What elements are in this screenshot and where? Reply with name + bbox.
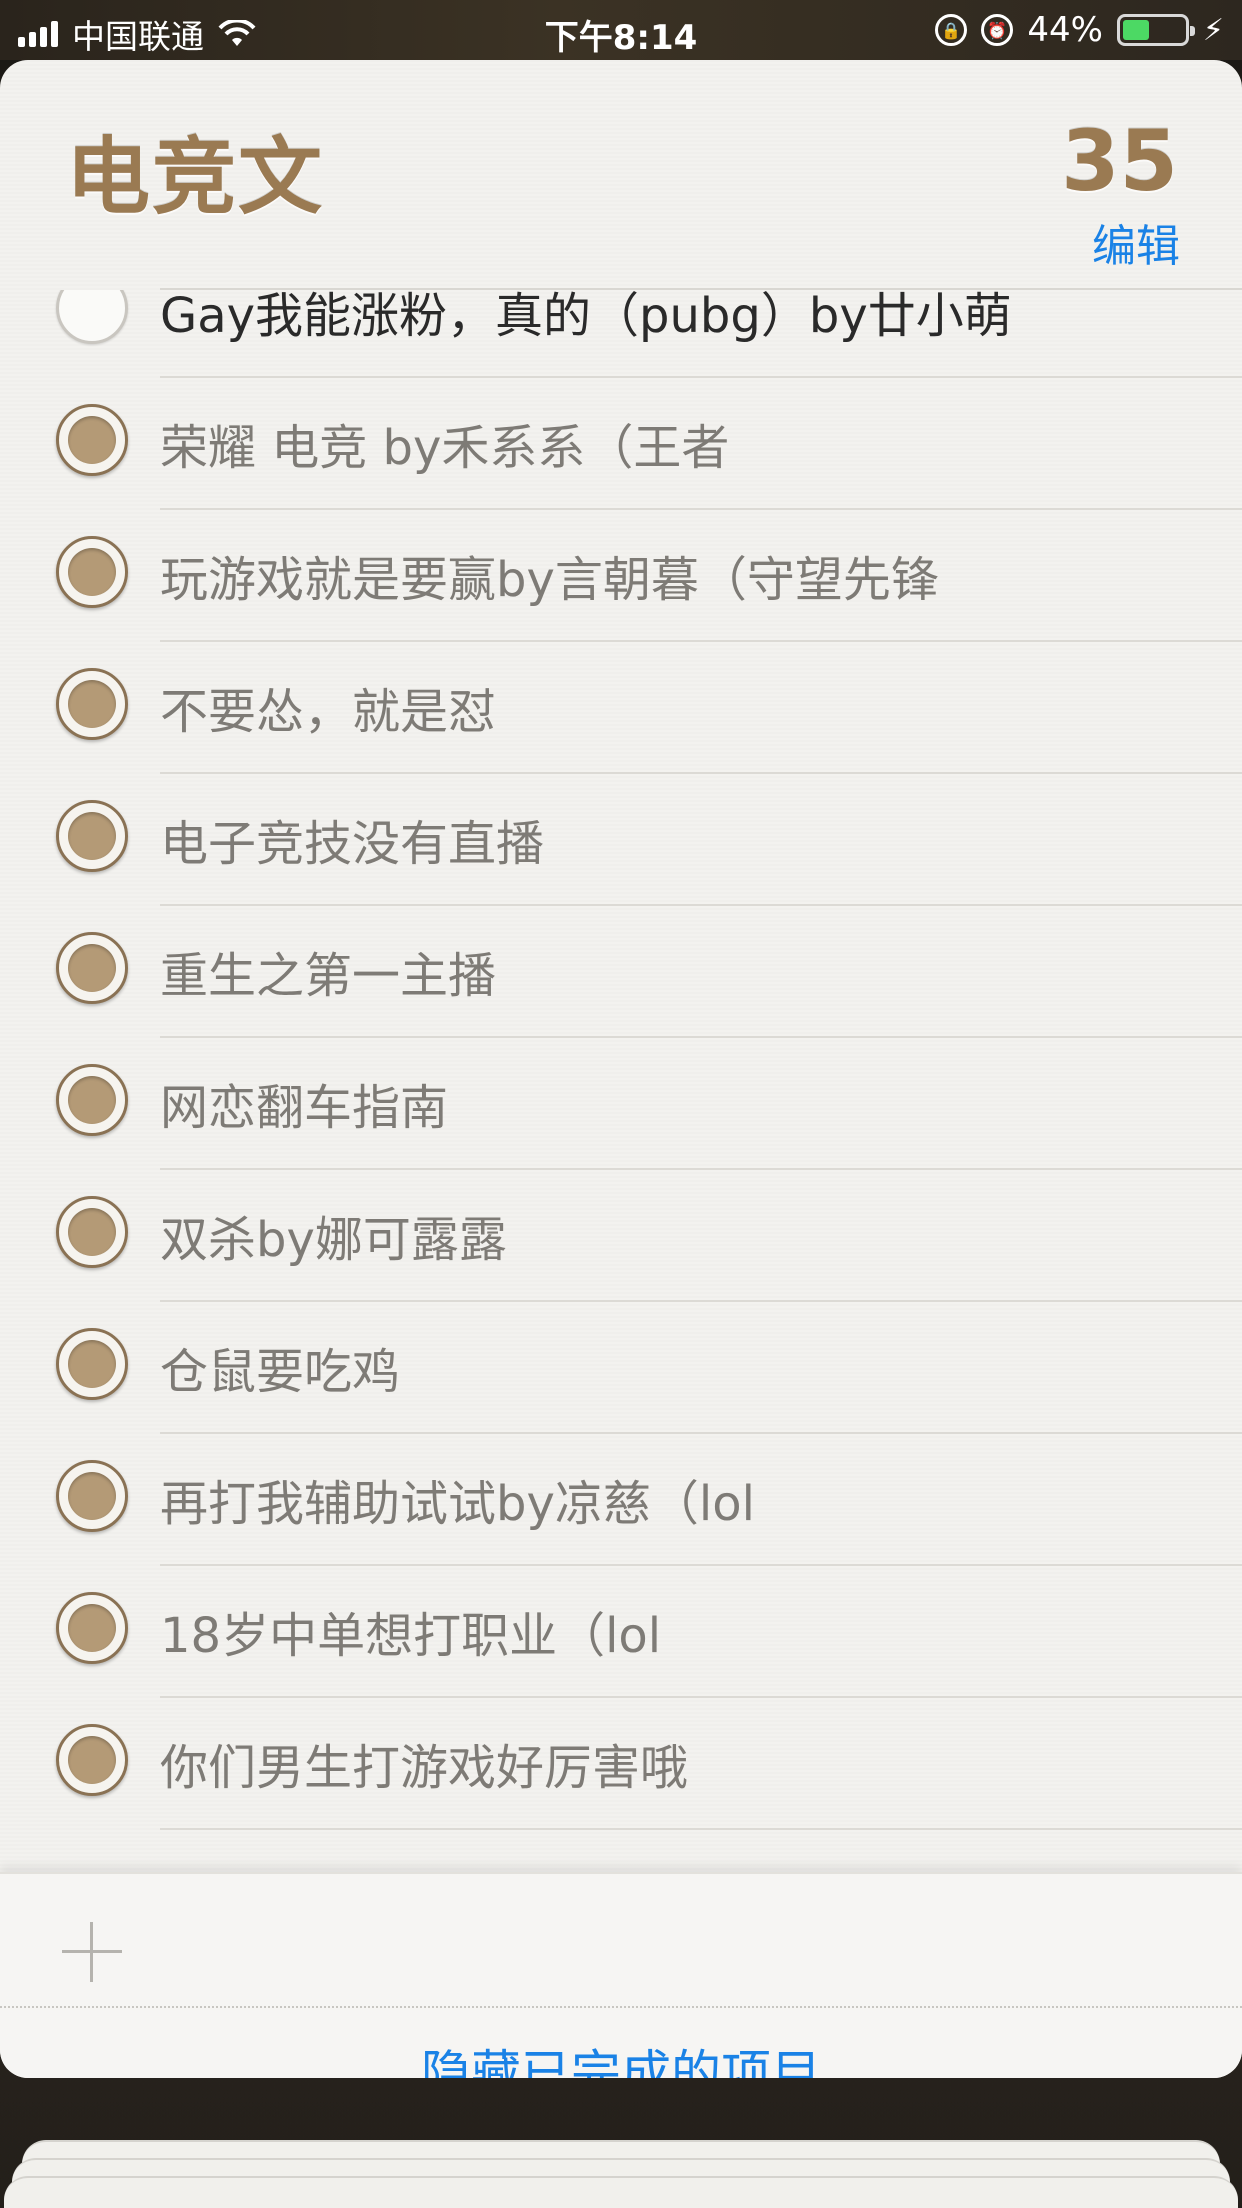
battery-percent: 44% xyxy=(1027,10,1103,50)
row-divider xyxy=(160,1828,1242,1830)
completed-dot-icon xyxy=(68,1472,116,1520)
completed-checkbox[interactable] xyxy=(56,1064,128,1136)
list-item[interactable]: 网恋翻车指南 xyxy=(0,1038,1242,1170)
completed-checkbox[interactable] xyxy=(56,932,128,1004)
status-right: 🔒 ⏰ 44% ⚡ xyxy=(935,10,1224,50)
list-item[interactable]: 双杀by娜可露露 xyxy=(0,1170,1242,1302)
footer-divider xyxy=(0,2006,1242,2008)
list-item-label: 仓鼠要吃鸡 xyxy=(160,1344,401,1400)
completed-dot-icon xyxy=(68,1208,116,1256)
list-footer: 隐藏已完成的项目 xyxy=(0,1872,1242,2078)
list-item-label: Gay我能涨粉，真的（pubg）by廿小萌 xyxy=(160,290,1012,344)
reminder-list: Gay我能涨粉，真的（pubg）by廿小萌 荣耀 电竞 by禾系系（王者玩游戏就是… xyxy=(0,290,1242,1872)
completed-dot-icon xyxy=(68,548,116,596)
edit-button[interactable]: 编辑 xyxy=(1092,210,1180,274)
list-item[interactable]: 重生之第一主播 xyxy=(0,906,1242,1038)
list-item[interactable]: 仓鼠要吃鸡 xyxy=(0,1302,1242,1434)
list-item[interactable]: 你们男生打游戏好厉害哦 xyxy=(0,1698,1242,1830)
completed-checkbox[interactable] xyxy=(56,1592,128,1664)
completed-checkbox[interactable] xyxy=(56,1460,128,1532)
completed-checkbox[interactable] xyxy=(56,800,128,872)
list-header: 电竞文 35 编辑 xyxy=(0,60,1242,290)
list-item-label: 玩游戏就是要赢by言朝暮（守望先锋 xyxy=(160,552,939,608)
completed-dot-icon xyxy=(68,1604,116,1652)
item-count: 35 xyxy=(1061,112,1178,210)
list-item[interactable]: 再打我辅助试试by凉慈（lol xyxy=(0,1434,1242,1566)
completed-dot-icon xyxy=(68,1736,116,1784)
reminders-list-card: 电竞文 35 编辑 Gay我能涨粉，真的（pubg）by廿小萌 荣耀 电竞 by禾… xyxy=(0,60,1242,2078)
rotation-lock-icon: 🔒 xyxy=(935,14,968,46)
battery-fill xyxy=(1122,20,1150,40)
completed-checkbox[interactable] xyxy=(56,668,128,740)
add-item-icon[interactable] xyxy=(62,1922,122,1982)
list-item[interactable]: Gay我能涨粉，真的（pubg）by廿小萌 xyxy=(0,290,1242,378)
hide-completed-button[interactable]: 隐藏已完成的项目 xyxy=(0,2034,1242,2078)
list-item-label: 不要怂，就是怼 xyxy=(160,684,497,740)
list-item-label: 双杀by娜可露露 xyxy=(160,1212,507,1268)
completed-checkbox[interactable] xyxy=(56,1196,128,1268)
stacked-list-card[interactable] xyxy=(4,2176,1238,2208)
incomplete-checkbox[interactable] xyxy=(56,290,128,344)
completed-dot-icon xyxy=(68,680,116,728)
list-item[interactable]: 玩游戏就是要赢by言朝暮（守望先锋 xyxy=(0,510,1242,642)
status-bar: 中国联通 下午8:14 🔒 ⏰ 44% ⚡ xyxy=(0,0,1242,60)
list-item[interactable]: 不要怂，就是怼 xyxy=(0,642,1242,774)
completed-checkbox[interactable] xyxy=(56,1724,128,1796)
charging-bolt-icon: ⚡ xyxy=(1202,12,1224,48)
completed-dot-icon xyxy=(68,1076,116,1124)
list-item-label: 荣耀 电竞 by禾系系（王者 xyxy=(160,420,730,476)
alarm-icon: ⏰ xyxy=(981,14,1014,46)
completed-dot-icon xyxy=(68,1340,116,1388)
list-item-label: 再打我辅助试试by凉慈（lol xyxy=(160,1476,755,1532)
list-item-label: 重生之第一主播 xyxy=(160,948,497,1004)
completed-dot-icon xyxy=(68,944,116,992)
list-item-label: 18岁中单想打职业（lol xyxy=(160,1608,662,1664)
completed-dot-icon xyxy=(68,416,116,464)
completed-checkbox[interactable] xyxy=(56,1328,128,1400)
list-item[interactable]: 电子竞技没有直播 xyxy=(0,774,1242,906)
list-item-label: 电子竞技没有直播 xyxy=(160,816,545,872)
battery-icon xyxy=(1116,14,1195,46)
completed-checkbox[interactable] xyxy=(56,404,128,476)
completed-checkbox[interactable] xyxy=(56,536,128,608)
completed-dot-icon xyxy=(68,812,116,860)
list-item-label: 你们男生打游戏好厉害哦 xyxy=(160,1740,689,1796)
list-item-label: 网恋翻车指南 xyxy=(160,1080,449,1136)
list-title: 电竞文 xyxy=(66,128,325,226)
list-item[interactable]: 18岁中单想打职业（lol xyxy=(0,1566,1242,1698)
list-item[interactable]: 荣耀 电竞 by禾系系（王者 xyxy=(0,378,1242,510)
